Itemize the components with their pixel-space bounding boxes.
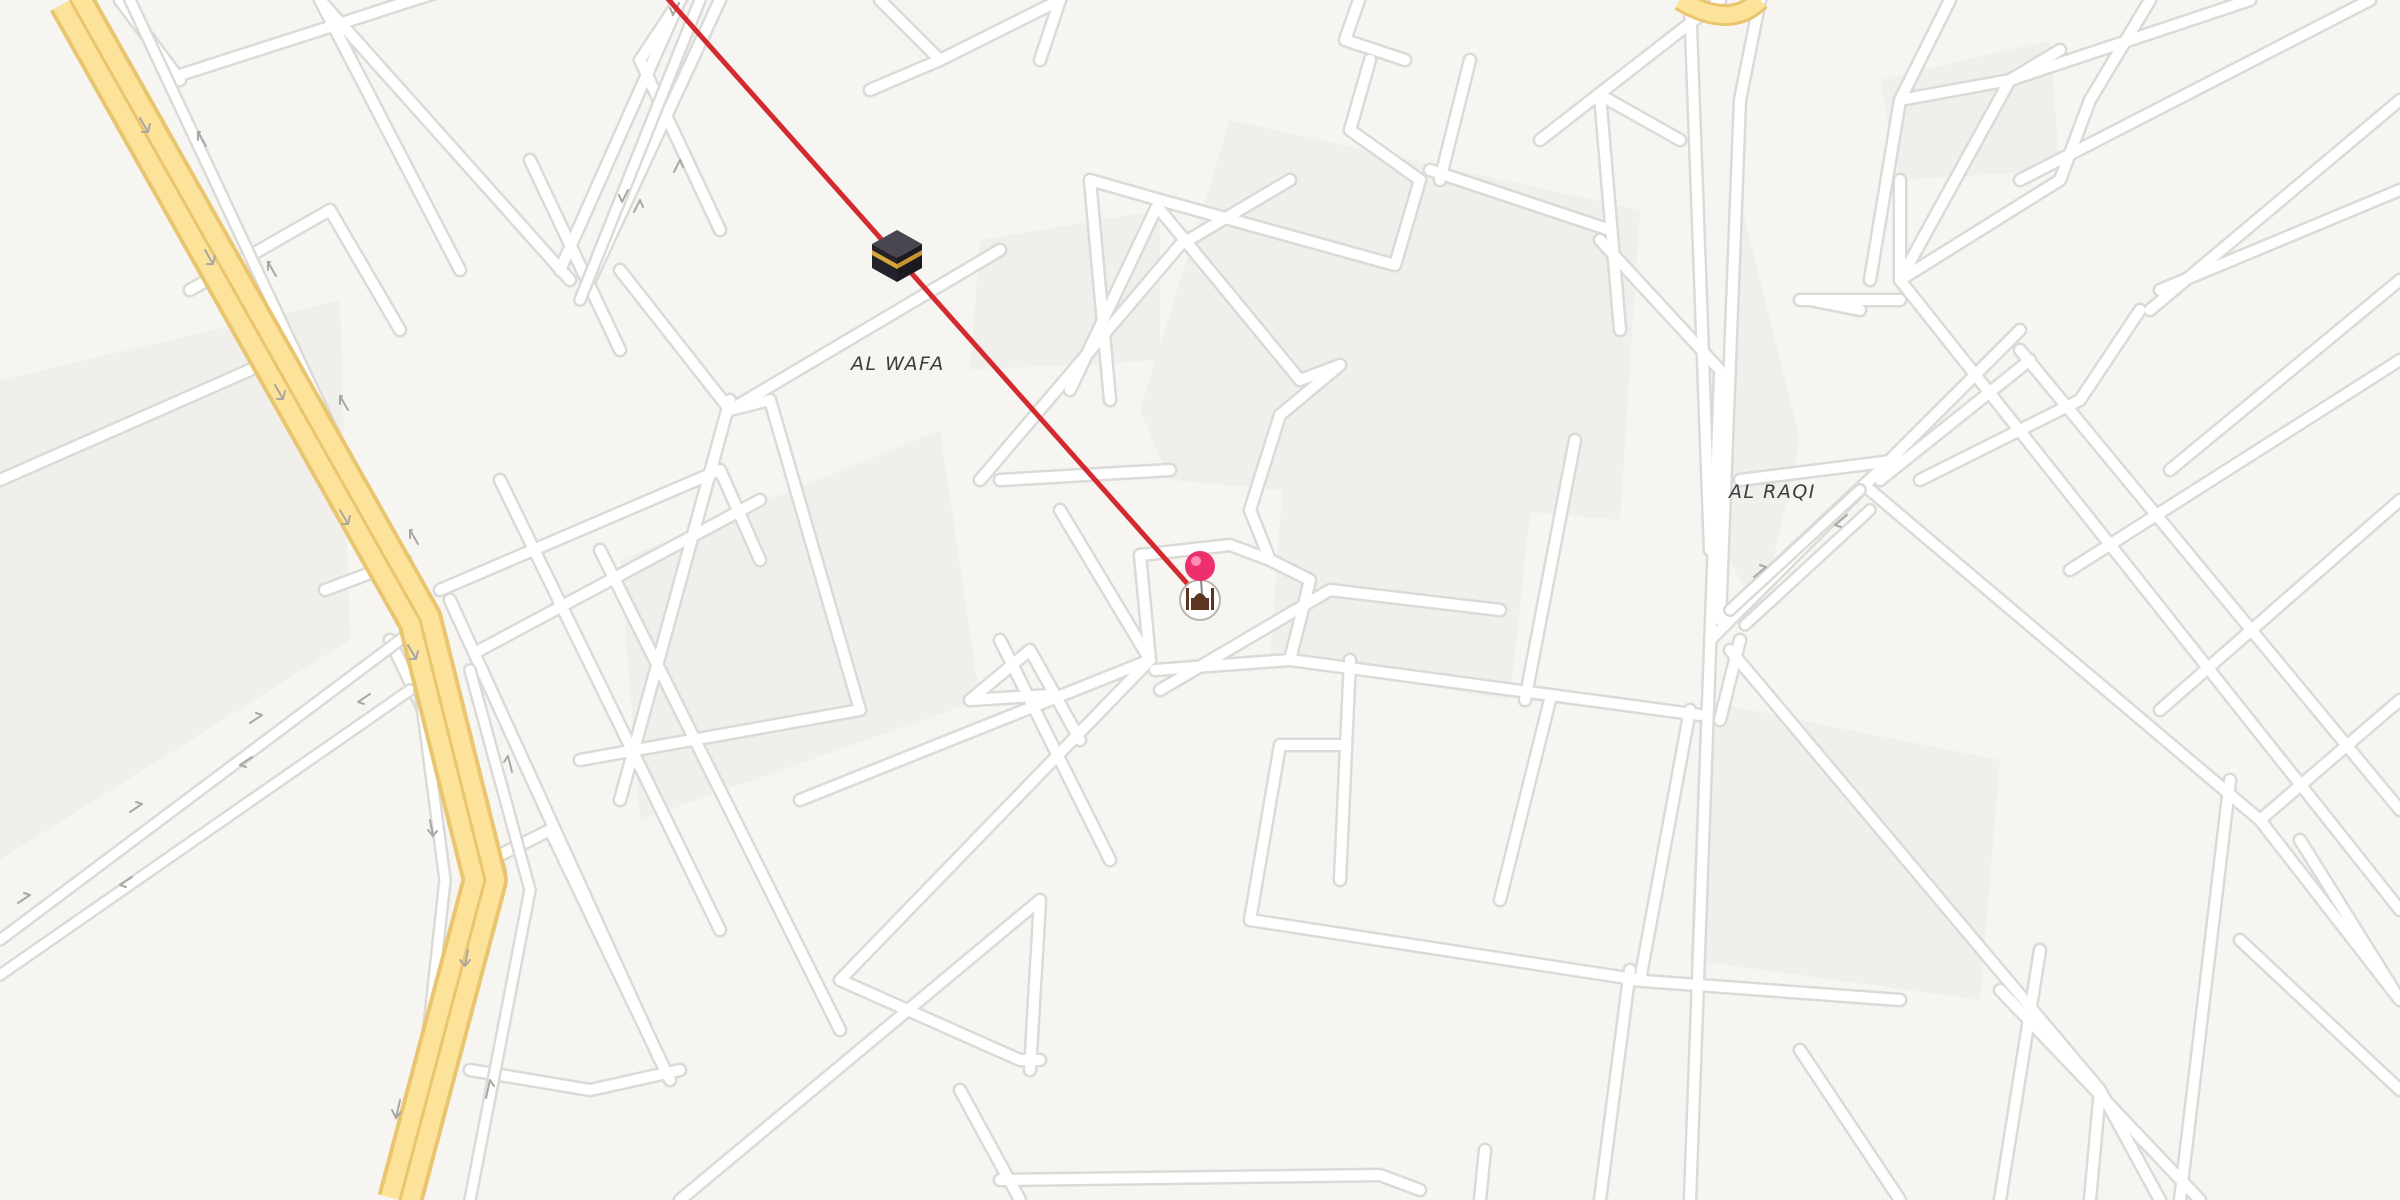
map-base <box>0 0 2400 1200</box>
district-label-al-wafa: AL WAFA <box>851 353 945 375</box>
map-canvas[interactable]: AL WAFA AL RAQI <box>0 0 2400 1200</box>
mosque-marker[interactable] <box>1179 579 1221 621</box>
city-blocks <box>0 40 2060 1000</box>
district-label-al-raqi: AL RAQI <box>1729 481 1816 503</box>
location-pin-icon <box>1185 551 1215 581</box>
